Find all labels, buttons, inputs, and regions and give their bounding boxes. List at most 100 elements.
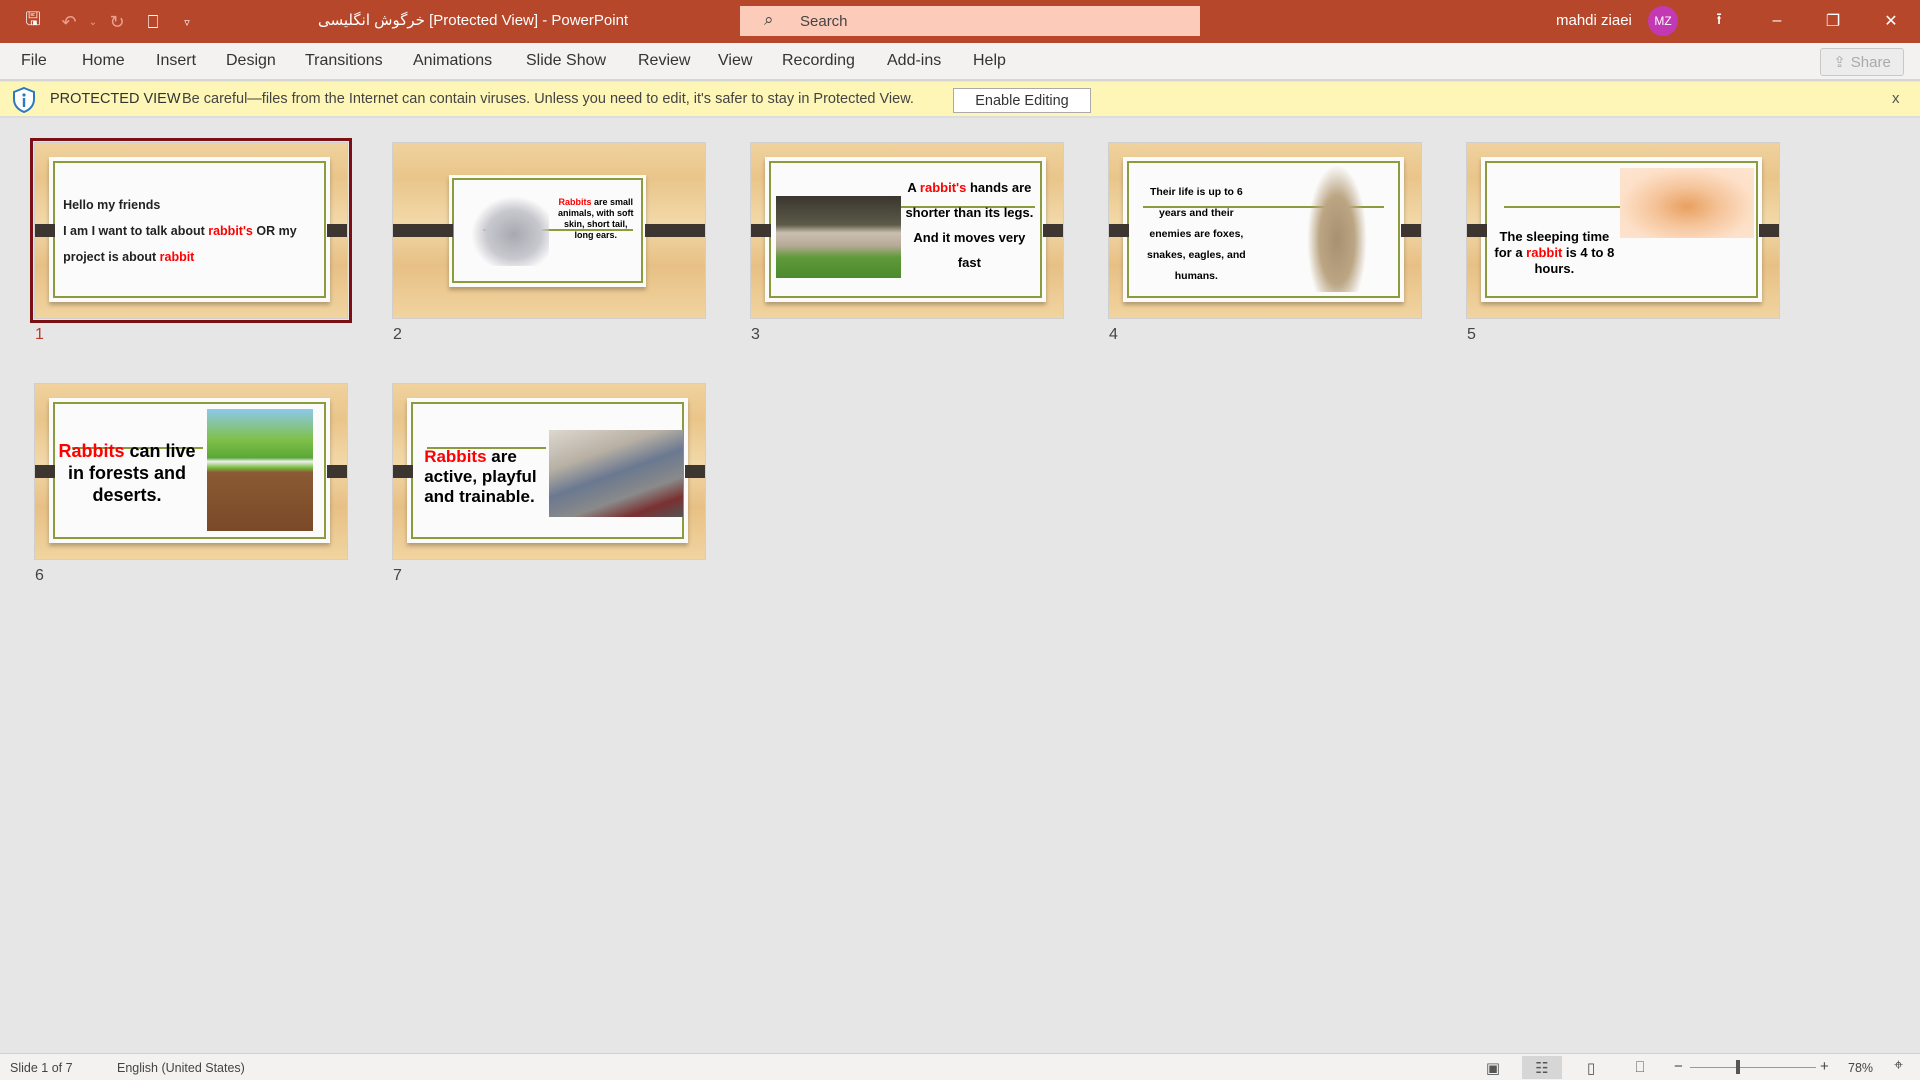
- text-part: OR my: [252, 224, 297, 238]
- user-name[interactable]: mahdi ziaei: [1556, 12, 1632, 29]
- save-icon[interactable]: 🖫: [20, 9, 46, 35]
- redo-icon[interactable]: ↻: [104, 9, 130, 35]
- decor-bar: [393, 223, 453, 237]
- decor-bar: [645, 223, 705, 237]
- tab-transitions[interactable]: Transitions: [305, 52, 383, 70]
- shield-info-icon: [13, 87, 35, 113]
- accent-line: [1504, 206, 1630, 208]
- decor-bar: [327, 464, 347, 478]
- slide-text: Rabbits are small animals, with soft ski…: [555, 197, 636, 241]
- text-line: project is about rabbit: [63, 244, 297, 270]
- slide-text: Rabbits can live in forests and deserts.: [54, 440, 201, 506]
- decor-bar: [35, 464, 55, 478]
- tab-file[interactable]: File: [21, 52, 47, 70]
- tab-view[interactable]: View: [718, 52, 752, 70]
- share-label: Share: [1850, 53, 1891, 71]
- restore-icon[interactable]: ❐: [1810, 6, 1856, 36]
- search-icon: ⌕: [764, 10, 774, 29]
- text-part: A: [907, 179, 920, 195]
- protected-view-bar: PROTECTED VIEW Be careful—files from the…: [0, 82, 1920, 118]
- minimize-icon[interactable]: –: [1754, 6, 1800, 36]
- protected-view-message: Be careful—files from the Internet can c…: [182, 91, 914, 107]
- slide-thumbnail-1[interactable]: Hello my friends I am I want to talk abo…: [30, 138, 352, 323]
- tab-design[interactable]: Design: [226, 52, 276, 70]
- lop-rabbit-photo: [775, 195, 901, 278]
- text-highlight: Rabbits: [558, 197, 592, 208]
- slide-thumbnail-2[interactable]: Rabbits are small animals, with soft ski…: [392, 142, 706, 319]
- slide-thumbnail-4[interactable]: Their life is up to 6 years and their en…: [1108, 142, 1422, 319]
- slide-text: Rabbits are active, playful and trainabl…: [424, 447, 549, 507]
- slide-number: 1: [35, 326, 44, 343]
- share-button[interactable]: ⇪ Share: [1820, 48, 1904, 76]
- close-icon[interactable]: ✕: [1868, 6, 1914, 36]
- tab-animations[interactable]: Animations: [413, 52, 492, 70]
- search-box[interactable]: ⌕ Search: [740, 6, 1200, 36]
- text-highlight: Rabbits: [424, 447, 487, 466]
- fit-to-window-icon[interactable]: ⌖: [1894, 1057, 1903, 1075]
- zoom-out-icon[interactable]: −: [1674, 1058, 1683, 1075]
- text-part: project is about: [63, 250, 160, 264]
- close-bar-icon[interactable]: x: [1892, 90, 1900, 107]
- zoom-slider[interactable]: [1690, 1067, 1816, 1068]
- undo-dropdown-icon[interactable]: ⌄: [80, 9, 106, 35]
- slide-count: Slide 1 of 7: [10, 1061, 73, 1075]
- normal-view-icon[interactable]: ▣: [1473, 1056, 1513, 1079]
- tab-help[interactable]: Help: [973, 52, 1006, 70]
- decor-bar: [1467, 223, 1487, 237]
- slide-number: 7: [393, 567, 402, 584]
- text-part: I am I want to talk about: [63, 224, 209, 238]
- zoom-in-icon[interactable]: +: [1820, 1058, 1829, 1075]
- slide-thumbnail-3[interactable]: A rabbit's hands are shorter than its le…: [750, 142, 1064, 319]
- window-title: خرگوش انگلیسی [Protected View] - PowerPo…: [318, 12, 629, 29]
- decor-bar: [35, 223, 55, 237]
- decor-bar: [393, 464, 413, 478]
- tab-insert[interactable]: Insert: [156, 52, 196, 70]
- tab-recording[interactable]: Recording: [782, 52, 855, 70]
- slide-number: 2: [393, 326, 402, 343]
- text-highlight: Rabbits: [58, 441, 125, 461]
- undo-icon[interactable]: ↶: [56, 9, 82, 35]
- decor-bar: [1401, 223, 1421, 237]
- ribbon-tabs: File Home Insert Design Transitions Anim…: [0, 43, 1920, 81]
- sleeping-rabbit-image: [1619, 167, 1755, 238]
- slide-thumbnail-7[interactable]: Rabbits are active, playful and trainabl…: [392, 383, 706, 560]
- tab-add-ins[interactable]: Add-ins: [887, 52, 941, 70]
- decor-bar: [1043, 223, 1063, 237]
- enable-editing-button[interactable]: Enable Editing: [953, 88, 1091, 113]
- customize-toolbar-icon[interactable]: ▿: [174, 9, 200, 35]
- decor-bar: [685, 464, 705, 478]
- zoom-level[interactable]: 78%: [1848, 1061, 1873, 1075]
- tab-slide-show[interactable]: Slide Show: [526, 52, 606, 70]
- text-line: Hello my friends: [63, 198, 161, 212]
- ribbon-display-icon[interactable]: ⭱: [1696, 6, 1742, 36]
- zoom-slider-thumb[interactable]: [1736, 1060, 1740, 1074]
- decor-bar: [1109, 223, 1129, 237]
- avatar[interactable]: MZ: [1648, 6, 1678, 36]
- rabbits-on-sofa-photo: [549, 429, 684, 517]
- tab-review[interactable]: Review: [638, 52, 690, 70]
- slide-thumbnail-5[interactable]: The sleeping time for a rabbit is 4 to 8…: [1466, 142, 1780, 319]
- decor-bar: [751, 223, 771, 237]
- slide-number: 4: [1109, 326, 1118, 343]
- slide-show-icon[interactable]: ⎕: [1620, 1056, 1660, 1079]
- decor-bar: [1759, 223, 1779, 237]
- share-icon: ⇪: [1833, 54, 1846, 71]
- search-placeholder: Search: [800, 12, 848, 30]
- decor-bar: [327, 223, 347, 237]
- language[interactable]: English (United States): [117, 1061, 245, 1075]
- text-part: Their life is up to 6 years and their en…: [1147, 185, 1246, 282]
- title-bar: 🖫 ↶ ⌄ ↻ ⎕ ▿ خرگوش انگلیسی [Protected Vie…: [0, 0, 1920, 43]
- status-bar: Slide 1 of 7 English (United States) ▣ ☷…: [0, 1053, 1920, 1080]
- slide-sorter-icon[interactable]: ☷: [1522, 1056, 1562, 1079]
- protected-view-label: PROTECTED VIEW: [50, 91, 181, 107]
- slide-text: Hello my friends I am I want to talk abo…: [63, 192, 297, 270]
- text-highlight: rabbit's: [208, 224, 253, 238]
- slide-number: 6: [35, 567, 44, 584]
- slide-thumbnail-6[interactable]: Rabbits can live in forests and deserts.: [34, 383, 348, 560]
- tab-home[interactable]: Home: [82, 52, 125, 70]
- present-icon[interactable]: ⎕: [140, 9, 166, 35]
- text-highlight: rabbit: [1526, 244, 1563, 260]
- reading-view-icon[interactable]: ▯: [1571, 1056, 1611, 1079]
- slide-text: Their life is up to 6 years and their en…: [1137, 182, 1256, 287]
- burrow-illustration: [206, 408, 313, 531]
